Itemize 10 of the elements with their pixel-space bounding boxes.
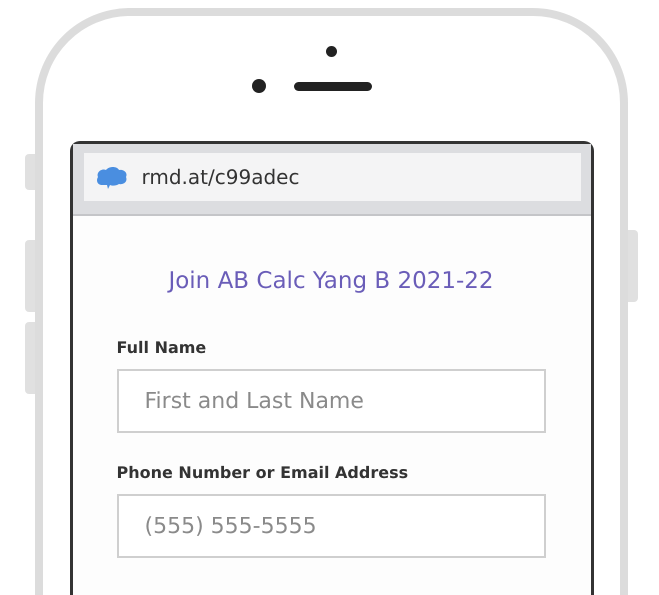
form-title: Join AB Calc Yang B 2021-22 (166, 268, 495, 294)
speaker-icon (294, 82, 372, 90)
camera-icon (326, 46, 337, 57)
input-field[interactable]: (555) 555-5555 (116, 494, 546, 558)
input-field[interactable]: First and Last Name (116, 369, 546, 434)
sensor-icon (252, 79, 266, 93)
url-field[interactable]: rmd.at/c99adec (84, 153, 580, 202)
speech-bubble-icon (96, 165, 128, 190)
field-label: Phone Number or Email Address (116, 463, 408, 482)
field-label: Full Name (116, 338, 206, 358)
